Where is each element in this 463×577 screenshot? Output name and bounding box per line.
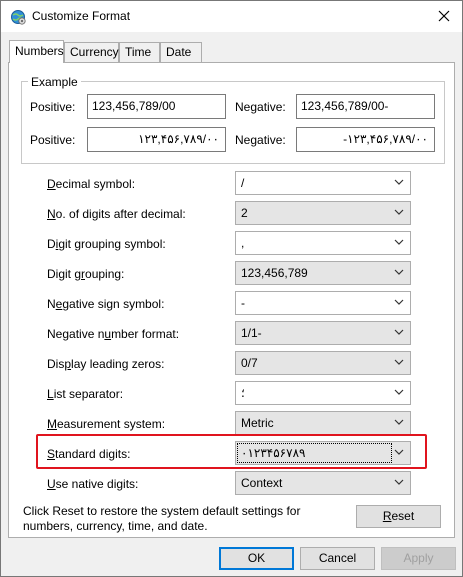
tab-time[interactable]: Time [119,42,160,62]
combobox-value: Context [241,476,283,490]
combobox-value: 0/7 [241,356,258,370]
apply-button[interactable]: Apply [381,547,456,570]
label-accesskey: N [47,207,56,221]
list-separator-label: List separator: [47,387,123,401]
list-separator-combobox[interactable]: ؛ [235,381,411,405]
decimal-symbol-combobox[interactable]: / [235,171,411,195]
label-text: git grouping symbol: [58,237,166,251]
positive-label: Positive: [30,100,76,114]
combobox-value: 2 [241,206,248,220]
chevron-down-icon[interactable] [393,236,405,248]
tab-label: Currency [70,45,119,59]
negative-example-native-field: -۱۲۳,۴۵۶,۷۸۹/۰۰ [296,127,435,152]
label-text: D [47,237,56,251]
digits-after-decimal-combobox[interactable]: 2 [235,201,411,225]
use-native-digits-label: Use native digits: [47,477,138,491]
example-legend: Example [28,75,81,89]
label-text: ecimal symbol: [55,177,136,191]
positive-example-native-field: ۱۲۳,۴۵۶,۷۸۹/۰۰ [87,127,226,152]
negative-label-native: Negative: [235,133,286,147]
use-native-digits-combobox[interactable]: Context [235,471,411,495]
digit-grouping-label: Digit grouping: [47,267,124,281]
label-text: ouping: [85,267,125,281]
reset-label-rest: eset [391,509,415,523]
chevron-down-icon[interactable] [393,266,405,278]
combobox-value: / [241,176,245,190]
decimal-symbol-label: Decimal symbol: [47,177,135,191]
chevron-down-icon[interactable] [393,446,405,458]
label-accesskey: S [47,447,56,461]
combobox-value: , [241,236,245,250]
focus-indicator [237,443,392,463]
negative-number-format-label: Negative number format: [47,327,179,341]
chevron-down-icon[interactable] [393,476,405,488]
display-leading-zeros-label: Display leading zeros: [47,357,164,371]
standard-digits-label: Standard digits: [47,447,130,461]
label-text: easurement system: [57,417,166,431]
window-title: Customize Format [32,9,131,23]
measurement-system-label: Measurement system: [47,417,165,431]
digit-grouping-combobox[interactable]: 123,456,789 [235,261,411,285]
label-text: se native digits: [55,477,139,491]
label-text: Digit g [47,267,82,281]
label-text: Dis [47,357,65,371]
tab-currency[interactable]: Currency [64,42,119,62]
chevron-down-icon[interactable] [393,206,405,218]
tab-label: Date [166,45,192,59]
chevron-down-icon[interactable] [393,176,405,188]
label-text: mber format: [111,327,180,341]
title-bar: Customize Format [1,1,462,32]
ok-button[interactable]: OK [219,547,294,570]
combobox-value: 123,456,789 [241,266,308,280]
tab-numbers[interactable]: Numbers [9,40,64,63]
combobox-value: ؛ [241,386,245,400]
label-text: N [47,297,56,311]
digit-grouping-symbol-combobox[interactable]: , [235,231,411,255]
display-leading-zeros-combobox[interactable]: 0/7 [235,351,411,375]
tab-date[interactable]: Date [160,42,202,62]
label-text: ist separator: [53,387,124,401]
label-accesskey: L [47,387,54,401]
chevron-down-icon[interactable] [393,416,405,428]
chevron-down-icon[interactable] [393,326,405,338]
negative-sign-symbol-label: Negative sign symbol: [47,297,164,311]
positive-example-field: 123,456,789/00 [87,94,226,119]
label-text: o. of digits after decimal: [55,207,186,221]
positive-label-native: Positive: [30,133,76,147]
combobox-value: Metric [241,416,274,430]
label-text: gative sign symbol: [62,297,165,311]
close-button[interactable] [432,5,456,27]
negative-example-field: 123,456,789/00- [296,94,435,119]
chevron-down-icon[interactable] [393,386,405,398]
combobox-value: 1/1- [241,326,262,340]
measurement-system-combobox[interactable]: Metric [235,411,411,435]
cancel-button[interactable]: Cancel [300,547,375,570]
tab-label: Numbers [15,44,64,58]
label-text: Negative n [47,327,105,341]
label-text: tandard digits: [55,447,131,461]
negative-sign-symbol-combobox[interactable]: - [235,291,411,315]
label-accesskey: U [47,477,56,491]
label-accesskey: M [47,417,57,431]
chevron-down-icon[interactable] [393,296,405,308]
digit-grouping-symbol-label: Digit grouping symbol: [47,237,166,251]
negative-label: Negative: [235,100,286,114]
customize-format-dialog: Customize Format Numbers Currency Time D… [0,0,463,577]
digits-after-decimal-label: No. of digits after decimal: [47,207,186,221]
chevron-down-icon[interactable] [393,356,405,368]
negative-number-format-combobox[interactable]: 1/1- [235,321,411,345]
reset-button[interactable]: Reset [356,505,441,528]
label-text: lay leading zeros: [71,357,165,371]
label-accesskey: D [47,177,56,191]
reset-info-text: Click Reset to restore the system defaul… [23,504,301,533]
globe-settings-icon [11,10,26,25]
close-icon [438,10,450,22]
combobox-value: - [241,296,245,310]
tab-label: Time [125,45,152,59]
